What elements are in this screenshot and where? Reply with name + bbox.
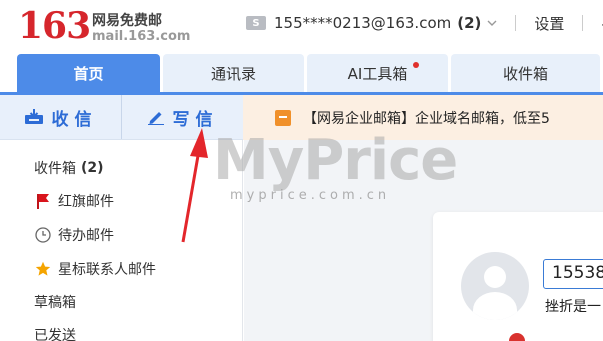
new-dot-icon [413, 62, 419, 68]
compose-label: 写信 [172, 109, 219, 130]
folder-count: (2) [81, 160, 104, 176]
header-divider [582, 15, 584, 31]
promo-icon [275, 109, 291, 126]
mail-action-bar: 收信 写信 [0, 95, 243, 140]
folder-starred-contacts[interactable]: 星标联系人邮件 [34, 259, 156, 279]
tab-inbox[interactable]: 收件箱 [451, 54, 600, 92]
logo-number: 163 [18, 5, 91, 47]
folder-inbox[interactable]: 收件箱 (2) [34, 158, 104, 178]
star-icon [34, 260, 52, 278]
nickname-field[interactable]: 15538 [543, 259, 603, 289]
inbox-download-icon [24, 109, 43, 124]
tab-label: AI工具箱 [347, 64, 408, 83]
folder-label: 收件箱 [34, 161, 76, 177]
folder-label: 红旗邮件 [58, 194, 114, 210]
account-email[interactable]: 155****0213@163.com [274, 14, 451, 32]
pen-icon [147, 112, 164, 125]
tab-label: 收件箱 [502, 64, 548, 83]
logo-domain: mail.163.com [92, 29, 191, 44]
signature-text: 挫折是一 [545, 299, 601, 315]
promo-text: 【网易企业邮箱】企业域名邮箱，低至5 [303, 110, 550, 127]
folder-label: 草稿箱 [34, 295, 76, 311]
watermark-text: MyPrice [213, 128, 458, 193]
avatar[interactable] [461, 252, 529, 320]
account-unread-count: (2) [457, 14, 482, 32]
avatar-body [473, 292, 517, 320]
red-flag-icon [34, 192, 52, 210]
tab-contacts[interactable]: 通讯录 [163, 54, 304, 92]
folder-label: 星标联系人邮件 [58, 262, 156, 278]
folder-todo[interactable]: 待办邮件 [34, 225, 114, 245]
folder-red-flag[interactable]: 红旗邮件 [34, 191, 114, 211]
chevron-down-icon[interactable] [487, 18, 497, 28]
tab-ai-tools[interactable]: AI工具箱 [307, 54, 448, 92]
mail-page: 163 网易免费邮 mail.163.com S 155****0213@163… [0, 0, 603, 341]
folder-sent[interactable]: 已发送 [34, 325, 76, 341]
logo-name: 网易免费邮 [92, 13, 162, 29]
tab-home[interactable]: 首页 [17, 54, 160, 92]
tab-label: 首页 [73, 64, 104, 83]
settings-link[interactable]: 设置 [534, 13, 564, 34]
avatar-head [484, 266, 506, 288]
clock-icon [34, 226, 52, 244]
watermark-subtext: myprice.com.cn [230, 188, 391, 203]
folder-label: 待办邮件 [58, 228, 114, 244]
tab-label: 通讯录 [210, 64, 256, 83]
folder-drafts[interactable]: 草稿箱 [34, 292, 76, 312]
account-type-icon: S [246, 16, 266, 30]
receive-label: 收信 [51, 109, 98, 130]
header-divider [515, 15, 517, 31]
receive-button[interactable]: 收信 [0, 95, 121, 139]
folder-label: 已发送 [34, 328, 76, 341]
main-tabs: 首页 通讯录 AI工具箱 收件箱 [17, 54, 603, 92]
account-bar: S 155****0213@163.com (2) 设置 手 [246, 12, 603, 34]
